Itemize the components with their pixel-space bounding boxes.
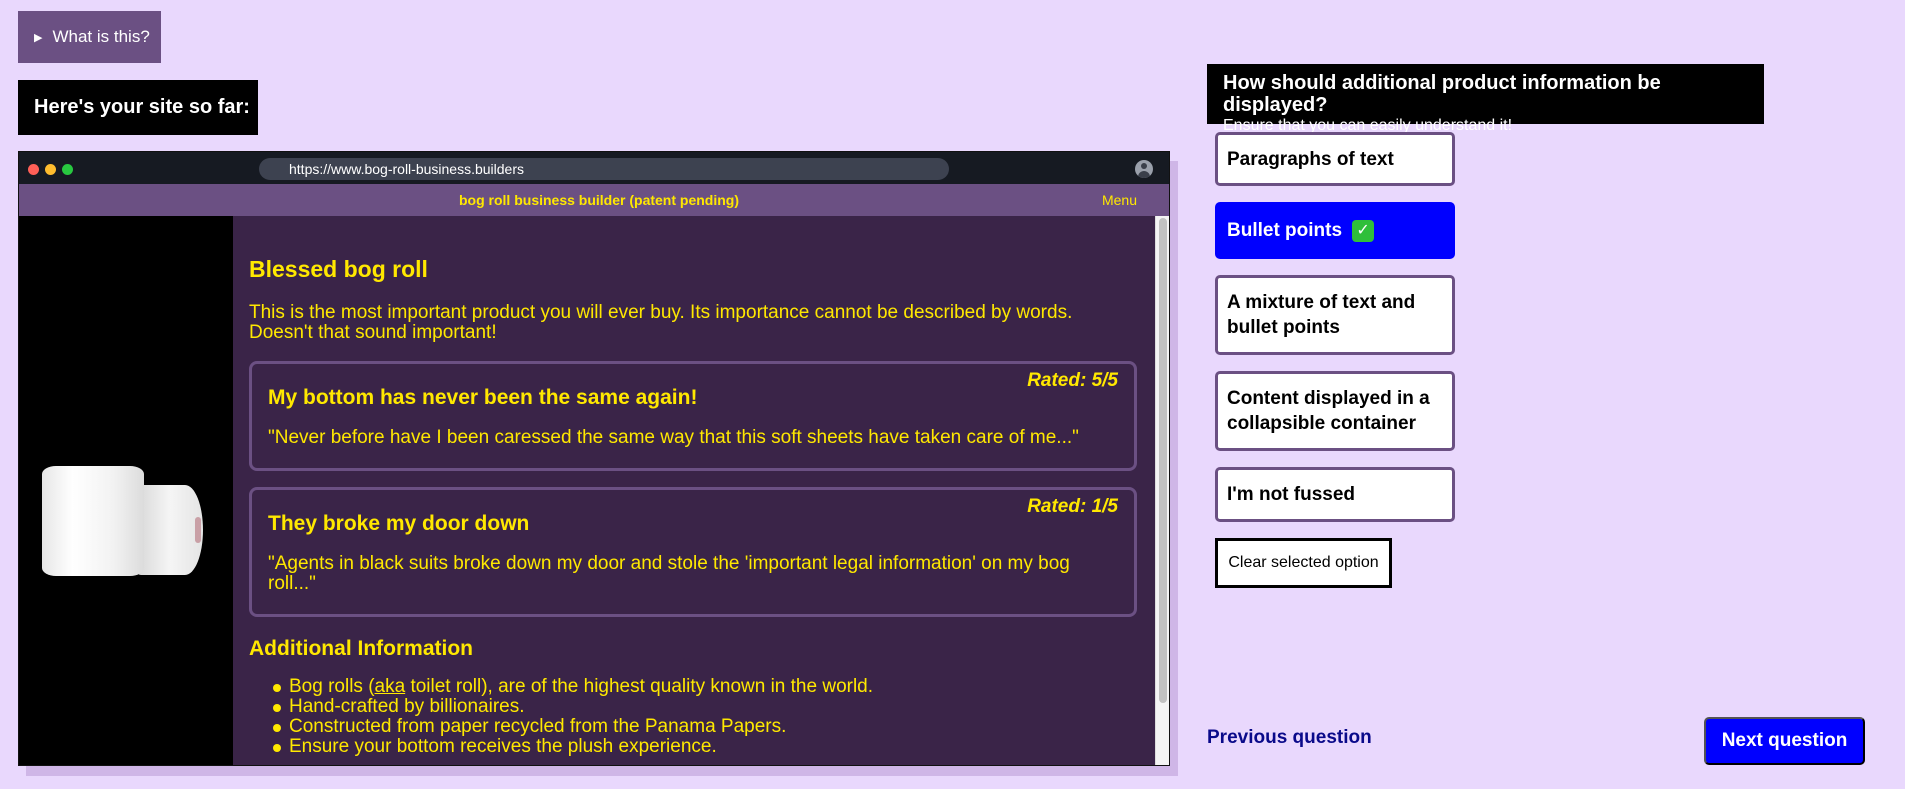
site-menu-link: Menu	[1101, 192, 1137, 208]
scrollbar-thumb[interactable]	[1159, 218, 1167, 703]
review-title: They broke my door down	[268, 512, 530, 535]
review-text: "Agents in black suits broke down my doo…	[268, 553, 1070, 594]
review-title: My bottom has never been the same again!	[268, 386, 698, 409]
previous-question-link[interactable]: Previous question	[1207, 727, 1372, 749]
toilet-roll-front-image	[42, 466, 144, 576]
review-card: Rated: 5/5 My bottom has never been the …	[249, 361, 1137, 471]
option-label: Content displayed in a collapsible conta…	[1227, 388, 1430, 434]
site-title: bog roll business builder (patent pendin…	[459, 192, 739, 208]
profile-icon	[1135, 160, 1153, 178]
option-label: Paragraphs of text	[1227, 148, 1394, 170]
option-label: I'm not fussed	[1227, 484, 1356, 505]
product-description: This is the most important product you w…	[249, 302, 1073, 343]
close-window-icon	[28, 164, 39, 175]
aka-abbreviation: aka	[374, 676, 406, 697]
check-mark-icon: ✓	[1352, 219, 1375, 242]
list-item: Bog rolls (aka toilet roll), are of the …	[273, 677, 1137, 697]
additional-info-heading: Additional Information	[249, 637, 473, 660]
product-title: Blessed bog roll	[249, 256, 428, 282]
review-text: "Never before have I been caressed the s…	[268, 427, 1079, 448]
minimize-window-icon	[45, 164, 56, 175]
review-rating: Rated: 5/5	[1027, 370, 1118, 391]
option-mixture[interactable]: A mixture of text and bullet points	[1215, 275, 1455, 355]
what-is-this-label: What is this?	[52, 27, 150, 46]
maximize-window-icon	[62, 164, 73, 175]
product-image	[19, 216, 233, 765]
option-bullet-points[interactable]: Bullet points ✓	[1215, 202, 1455, 259]
option-label: Bullet points	[1227, 220, 1343, 241]
clear-selected-option-button[interactable]: Clear selected option	[1215, 538, 1392, 588]
next-question-button[interactable]: Next question	[1704, 717, 1865, 765]
site-preview-heading: Here's your site so far:	[18, 80, 258, 135]
disclosure-triangle-icon: ▶	[34, 31, 43, 44]
product-content: Blessed bog roll This is the most import…	[233, 216, 1169, 765]
option-collapsible[interactable]: Content displayed in a collapsible conta…	[1215, 371, 1455, 451]
what-is-this-toggle[interactable]: ▶ What is this?	[18, 11, 161, 63]
list-item: Hand-crafted by billionaires.	[273, 697, 1137, 717]
review-rating: Rated: 1/5	[1027, 496, 1118, 517]
list-item: Constructed from paper recycled from the…	[273, 717, 1137, 737]
site-header: bog roll business builder (patent pendin…	[19, 184, 1169, 216]
toilet-roll-back-image	[137, 485, 203, 575]
option-label: A mixture of text and bullet points	[1227, 292, 1416, 338]
site-scrollbar[interactable]	[1155, 216, 1169, 765]
site-body: Blessed bog roll This is the most import…	[19, 216, 1169, 765]
review-card: Rated: 1/5 They broke my door down "Agen…	[249, 487, 1137, 617]
question-header: How should additional product informatio…	[1207, 64, 1764, 134]
browser-preview: https://www.bog-roll-business.builders b…	[18, 151, 1170, 766]
browser-chrome: https://www.bog-roll-business.builders	[19, 152, 1169, 184]
option-paragraphs[interactable]: Paragraphs of text	[1215, 132, 1455, 186]
option-not-fussed[interactable]: I'm not fussed	[1215, 467, 1455, 522]
additional-info-list: Bog rolls (aka toilet roll), are of the …	[249, 677, 1137, 757]
address-bar: https://www.bog-roll-business.builders	[259, 158, 949, 180]
list-item: Ensure your bottom receives the plush ex…	[273, 737, 1137, 757]
question-title: How should additional product informatio…	[1223, 72, 1661, 116]
